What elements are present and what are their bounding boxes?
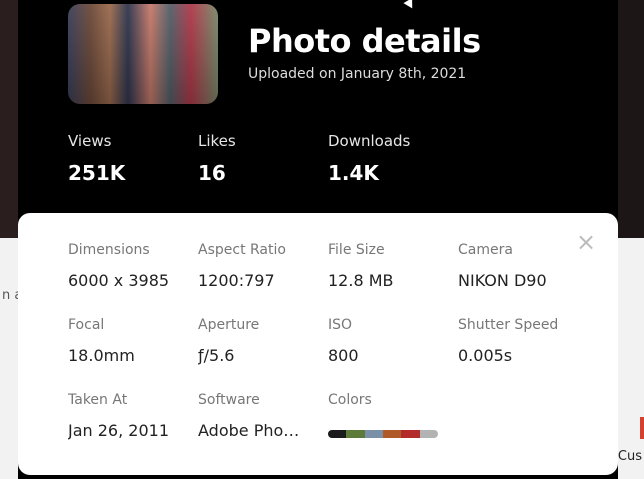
dimensions-label: Dimensions — [68, 242, 150, 258]
color-swatch — [346, 430, 365, 438]
views-value: 251K — [68, 161, 126, 185]
colors-label: Colors — [328, 392, 372, 408]
color-swatch — [382, 430, 402, 438]
page-title: Photo details — [248, 22, 481, 60]
file-size-value: 12.8 MB — [328, 271, 394, 290]
camera-label: Camera — [458, 242, 513, 258]
background-accent-bar — [640, 417, 644, 439]
mouse-cursor-icon — [403, 0, 417, 11]
iso-value: 800 — [328, 346, 359, 365]
color-swatch — [401, 430, 420, 438]
dimensions-value: 6000 x 3985 — [68, 271, 170, 290]
file-size-label: File Size — [328, 242, 385, 258]
background-right-lower — [618, 238, 644, 479]
iso-label: ISO — [328, 317, 353, 333]
software-label: Software — [198, 392, 260, 408]
aperture-label: Aperture — [198, 317, 260, 333]
shutter-speed-label: Shutter Speed — [458, 317, 559, 333]
background-left-strip — [0, 238, 18, 479]
background-right — [618, 0, 644, 238]
views-label: Views — [68, 132, 112, 150]
color-swatch — [364, 430, 383, 438]
likes-label: Likes — [198, 132, 236, 150]
upload-date: Uploaded on January 8th, 2021 — [248, 66, 467, 82]
likes-value: 16 — [198, 161, 226, 185]
focal-label: Focal — [68, 317, 105, 333]
downloads-value: 1.4K — [328, 161, 379, 185]
aspect-ratio-label: Aspect Ratio — [198, 242, 286, 258]
aspect-ratio-value: 1200:797 — [198, 271, 275, 290]
taken-at-label: Taken At — [68, 392, 128, 408]
background-partial-text-right: Cus — [617, 449, 642, 464]
shutter-speed-value: 0.005s — [458, 346, 513, 365]
color-swatch — [328, 430, 347, 438]
color-palette — [328, 430, 438, 438]
focal-value: 18.0mm — [68, 346, 135, 365]
software-value: Adobe Photoshop — [198, 421, 302, 440]
camera-value: NIKON D90 — [458, 271, 547, 290]
close-icon[interactable]: × — [576, 230, 596, 254]
color-swatch — [419, 430, 438, 438]
downloads-label: Downloads — [328, 132, 411, 150]
taken-at-value: Jan 26, 2011 — [68, 421, 169, 440]
aperture-value: ƒ/5.6 — [198, 346, 235, 365]
photo-thumbnail — [68, 4, 218, 104]
